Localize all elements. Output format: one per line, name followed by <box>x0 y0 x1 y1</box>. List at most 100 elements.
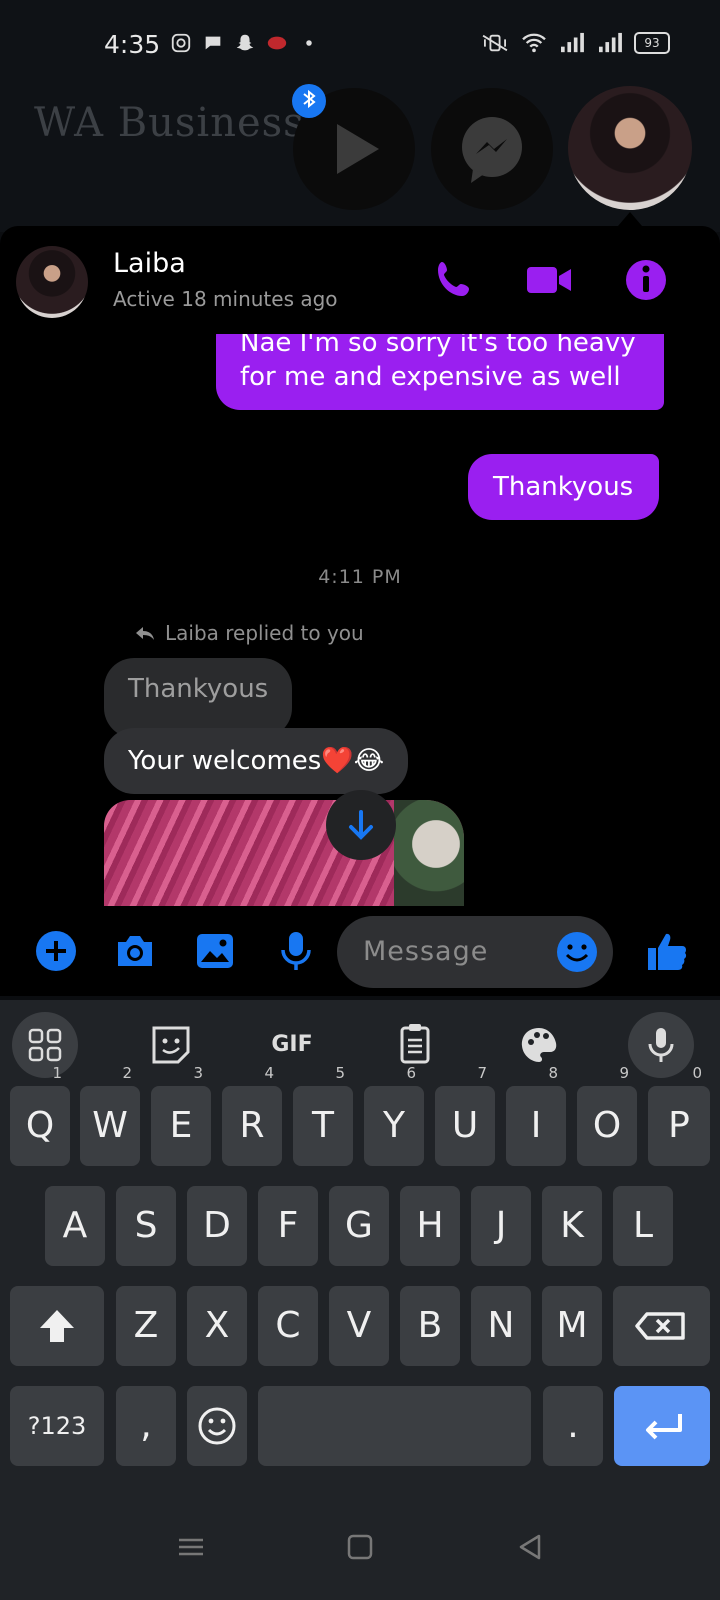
plus-button[interactable] <box>33 928 79 974</box>
key-k[interactable]: K <box>542 1186 602 1266</box>
system-icons: 93 <box>480 32 670 54</box>
outgoing-message[interactable]: Thankyous <box>468 454 660 520</box>
emoji-key[interactable] <box>187 1386 247 1466</box>
key-u[interactable]: U7 <box>435 1064 495 1166</box>
key-t[interactable]: T5 <box>293 1064 353 1166</box>
bluetooth-badge <box>292 84 326 118</box>
key-h[interactable]: H <box>400 1186 460 1266</box>
chathead-pointer <box>618 212 642 226</box>
contact-name[interactable]: Laiba <box>113 248 186 279</box>
chat-header: Laiba Active 18 minutes ago <box>0 226 720 338</box>
microphone-button[interactable] <box>273 928 319 974</box>
key-e[interactable]: E3 <box>151 1064 211 1166</box>
scroll-to-bottom-button[interactable] <box>326 790 396 860</box>
camera-button[interactable] <box>112 928 158 974</box>
symbols-key[interactable]: ?123 <box>10 1386 104 1466</box>
key-label: T <box>312 1105 334 1146</box>
key-g[interactable]: G <box>329 1186 389 1266</box>
app-notification-icon <box>267 36 287 50</box>
key-label: Y <box>383 1105 405 1146</box>
key-o[interactable]: O9 <box>577 1064 637 1166</box>
message-timestamp: 4:11 PM <box>318 566 402 588</box>
key-s[interactable]: S <box>116 1186 176 1266</box>
vibrate-icon <box>482 34 508 52</box>
comma-key[interactable]: , <box>116 1386 176 1466</box>
key-label: I <box>530 1105 542 1146</box>
quoted-message[interactable]: Thankyous <box>104 658 293 738</box>
key-hint: 2 <box>122 1064 132 1082</box>
key-y[interactable]: Y6 <box>364 1064 424 1166</box>
shift-icon <box>40 1310 74 1342</box>
key-hint: 6 <box>406 1064 416 1082</box>
backspace-icon <box>635 1312 685 1340</box>
key-hint: 1 <box>52 1064 62 1082</box>
key-w[interactable]: W2 <box>80 1064 140 1166</box>
key-i[interactable]: I8 <box>506 1064 566 1166</box>
incoming-image-message[interactable] <box>104 800 464 906</box>
messenger-icon <box>462 117 522 183</box>
key-hint: 4 <box>264 1064 274 1082</box>
keyboard-apps-button[interactable] <box>12 1012 78 1078</box>
key-hint: 9 <box>619 1064 629 1082</box>
key-n[interactable]: N <box>471 1286 531 1366</box>
home-nav-button[interactable] <box>345 1532 375 1562</box>
key-l[interactable]: L <box>613 1186 673 1266</box>
video-call-button[interactable] <box>525 256 573 304</box>
emoji-button[interactable] <box>555 930 599 974</box>
back-nav-button[interactable] <box>515 1532 545 1562</box>
palette-icon <box>521 1028 557 1062</box>
voice-call-button[interactable] <box>432 256 480 304</box>
backspace-key[interactable] <box>613 1286 710 1366</box>
key-f[interactable]: F <box>258 1186 318 1266</box>
key-q[interactable]: Q1 <box>10 1064 70 1166</box>
incoming-message[interactable]: Your welcomes❤️😂 <box>104 728 409 794</box>
keyboard-toolbar: GIF <box>0 1000 720 1092</box>
info-button[interactable] <box>622 256 670 304</box>
menu-nav-button[interactable] <box>176 1532 206 1562</box>
space-bar[interactable] <box>258 1386 531 1466</box>
wa-business-widget-title: WA Business <box>34 100 305 146</box>
key-b[interactable]: B <box>400 1286 460 1366</box>
snapchat-icon <box>236 34 254 51</box>
message-input[interactable]: Message <box>337 916 613 988</box>
theme-button[interactable] <box>506 1012 572 1078</box>
key-label: Q <box>25 1105 55 1146</box>
image-detail <box>394 800 464 906</box>
status-time: 4:35 <box>104 30 161 59</box>
bluetooth-icon <box>303 89 316 109</box>
key-d[interactable]: D <box>187 1186 247 1266</box>
key-c[interactable]: C <box>258 1286 318 1366</box>
contact-avatar[interactable] <box>16 246 88 318</box>
key-hint: 8 <box>548 1064 558 1082</box>
period-key[interactable]: . <box>543 1386 603 1466</box>
key-hint: 5 <box>335 1064 345 1082</box>
gallery-button[interactable] <box>192 928 238 974</box>
enter-key[interactable] <box>614 1386 710 1466</box>
enter-icon <box>646 1414 682 1440</box>
voice-input-button[interactable] <box>628 1012 694 1078</box>
notification-icons <box>170 32 320 54</box>
thumbs-up-button[interactable] <box>644 928 690 974</box>
key-v[interactable]: V <box>329 1286 389 1366</box>
instagram-icon <box>171 33 191 53</box>
laiba-chathead-avatar[interactable] <box>568 86 692 210</box>
message-composer: Message <box>0 906 720 996</box>
key-r[interactable]: R4 <box>222 1064 282 1166</box>
messenger-chathead[interactable] <box>431 88 553 210</box>
key-p[interactable]: P0 <box>648 1064 710 1166</box>
key-hint: 3 <box>193 1064 203 1082</box>
contact-active-status: Active 18 minutes ago <box>113 287 338 311</box>
outgoing-message[interactable]: Nae I'm so sorry it's too heavy for me a… <box>216 334 664 410</box>
key-z[interactable]: Z <box>116 1286 176 1366</box>
reply-indicator: Laiba replied to you <box>133 621 364 645</box>
key-x[interactable]: X <box>187 1286 247 1366</box>
system-navigation-bar <box>0 1490 720 1600</box>
key-label: P <box>668 1105 690 1146</box>
shift-key[interactable] <box>10 1286 104 1366</box>
key-label: R <box>239 1105 265 1146</box>
key-j[interactable]: J <box>471 1186 531 1266</box>
key-m[interactable]: M <box>542 1286 602 1366</box>
arrow-down-icon <box>349 810 373 840</box>
status-bar: 4:35 93 <box>0 18 720 74</box>
key-a[interactable]: A <box>45 1186 105 1266</box>
